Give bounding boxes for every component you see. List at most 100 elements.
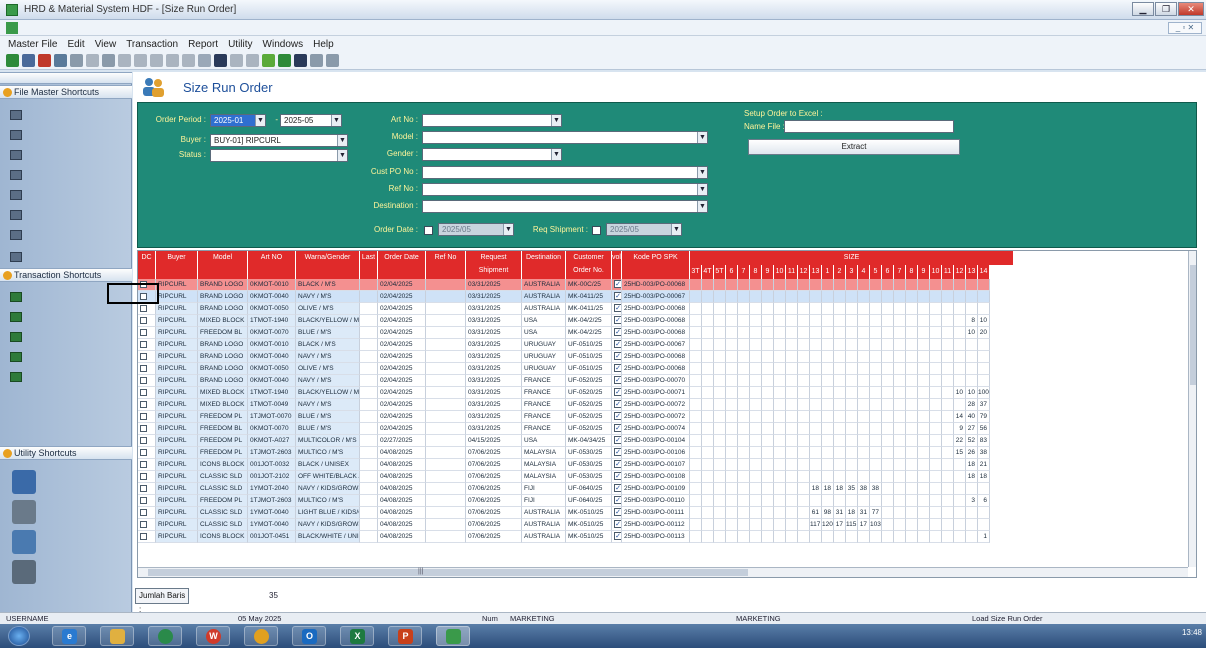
table-cell[interactable]: 03/31/2025 (466, 423, 522, 435)
size-qty-cell[interactable] (702, 279, 714, 291)
table-cell[interactable] (360, 411, 378, 423)
master-shortcut-6[interactable] (10, 208, 120, 222)
cell-select[interactable] (138, 495, 156, 507)
table-row[interactable]: RIPCURL CLASSIC SLD 001JOT-2102 OFF WHITE/B… (138, 471, 990, 483)
size-qty-cell[interactable] (810, 471, 822, 483)
size-qty-cell[interactable] (870, 315, 882, 327)
cell-select[interactable] (138, 411, 156, 423)
size-qty-cell[interactable] (738, 279, 750, 291)
add-icon[interactable] (6, 54, 19, 67)
size-qty-cell[interactable] (690, 291, 702, 303)
size-qty-cell[interactable] (906, 459, 918, 471)
table-cell[interactable]: FRANCE (522, 411, 566, 423)
transaction-shortcut-1[interactable] (10, 290, 120, 304)
size-qty-cell[interactable] (738, 471, 750, 483)
utility-group-icon[interactable] (12, 560, 36, 584)
size-qty-cell[interactable] (726, 519, 738, 531)
size-qty-cell[interactable] (954, 399, 966, 411)
size-qty-cell[interactable] (822, 363, 834, 375)
size-qty-cell[interactable] (702, 339, 714, 351)
table-cell[interactable]: AUSTRALIA (522, 507, 566, 519)
table-cell[interactable]: RIPCURL (156, 423, 198, 435)
table-cell[interactable]: 25HD-003/PO-00107 (622, 459, 690, 471)
size-qty-cell[interactable] (738, 399, 750, 411)
table-cell[interactable]: MK-04/34/25 (566, 435, 612, 447)
size-qty-cell[interactable]: 10 (978, 315, 990, 327)
size-qty-cell[interactable] (918, 339, 930, 351)
table-cell[interactable]: 25HD-003/PO-00068 (622, 279, 690, 291)
size-qty-cell[interactable] (894, 279, 906, 291)
table-cell[interactable]: 25HD-003/PO-00067 (622, 339, 690, 351)
size-qty-cell[interactable] (726, 291, 738, 303)
size-qty-cell[interactable] (714, 339, 726, 351)
size-qty-cell[interactable] (774, 471, 786, 483)
table-cell[interactable]: RIPCURL (156, 435, 198, 447)
size-qty-cell[interactable] (870, 399, 882, 411)
utility-users-icon[interactable] (12, 530, 36, 554)
check-icon[interactable]: ✓ (614, 532, 621, 540)
table-row[interactable]: RIPCURL FREEDOM BL 0KMOT-0070 BLUE / M'S 02/… (138, 423, 990, 435)
size-qty-cell[interactable] (810, 459, 822, 471)
size-qty-cell[interactable] (942, 303, 954, 315)
size-qty-cell[interactable] (882, 519, 894, 531)
table-cell[interactable]: MK-04/2/25 (566, 315, 612, 327)
size-qty-cell[interactable] (810, 303, 822, 315)
size-qty-cell[interactable] (750, 303, 762, 315)
size-qty-cell[interactable] (942, 459, 954, 471)
size-qty-cell[interactable] (942, 471, 954, 483)
size-qty-cell[interactable] (870, 363, 882, 375)
size-qty-cell[interactable] (774, 375, 786, 387)
size-qty-cell[interactable] (738, 315, 750, 327)
size-qty-cell[interactable] (738, 375, 750, 387)
size-qty-cell[interactable] (786, 363, 798, 375)
destination-select[interactable]: ▼ (422, 200, 708, 213)
size-qty-cell[interactable] (786, 339, 798, 351)
table-cell[interactable]: MK-00C/25 (566, 279, 612, 291)
size-qty-cell[interactable] (906, 327, 918, 339)
table-cell[interactable]: 04/08/2025 (378, 471, 426, 483)
size-column-header[interactable]: 2 (834, 265, 846, 279)
size-qty-cell[interactable] (882, 351, 894, 363)
size-qty-cell[interactable] (798, 387, 810, 399)
table-cell[interactable]: 25HD-003/PO-00071 (622, 387, 690, 399)
size-qty-cell[interactable] (798, 423, 810, 435)
table-cell[interactable]: RIPCURL (156, 519, 198, 531)
size-qty-cell[interactable] (870, 375, 882, 387)
size-qty-cell[interactable] (966, 291, 978, 303)
table-cell[interactable]: RIPCURL (156, 327, 198, 339)
size-qty-cell[interactable] (858, 447, 870, 459)
size-qty-cell[interactable] (834, 327, 846, 339)
size-qty-cell[interactable] (690, 315, 702, 327)
table-cell[interactable] (426, 471, 466, 483)
size-qty-cell[interactable] (870, 531, 882, 543)
table-cell[interactable]: 25HD-003/PO-00112 (622, 519, 690, 531)
check-icon[interactable]: ✓ (614, 460, 621, 468)
size-qty-cell[interactable] (954, 327, 966, 339)
table-cell[interactable]: UF-0520/25 (566, 423, 612, 435)
size-qty-cell[interactable] (774, 363, 786, 375)
size-qty-cell[interactable] (942, 351, 954, 363)
size-qty-cell[interactable] (894, 411, 906, 423)
redo-icon[interactable] (246, 54, 259, 67)
table-row[interactable]: RIPCURL BRAND LOGO 0KMOT-0050 OLIVE / M'S 02… (138, 363, 990, 375)
size-qty-cell[interactable] (822, 399, 834, 411)
size-qty-cell[interactable] (858, 471, 870, 483)
table-cell[interactable]: RIPCURL (156, 279, 198, 291)
size-qty-cell[interactable] (690, 351, 702, 363)
size-qty-cell[interactable] (786, 495, 798, 507)
size-qty-cell[interactable]: 120 (822, 519, 834, 531)
size-qty-cell[interactable]: 40 (966, 411, 978, 423)
table-cell[interactable]: MALAYSIA (522, 471, 566, 483)
cell-select[interactable] (138, 531, 156, 543)
table-row[interactable]: RIPCURL ICONS BLOCK 001JOT-0451 BLACK/WHITE… (138, 531, 990, 543)
size-qty-cell[interactable] (690, 411, 702, 423)
table-cell[interactable]: 25HD-003/PO-00072 (622, 399, 690, 411)
size-qty-cell[interactable] (762, 519, 774, 531)
size-qty-cell[interactable] (942, 531, 954, 543)
size-qty-cell[interactable] (786, 459, 798, 471)
table-cell[interactable] (360, 291, 378, 303)
size-qty-cell[interactable] (702, 291, 714, 303)
size-qty-cell[interactable] (726, 495, 738, 507)
size-qty-cell[interactable] (726, 315, 738, 327)
size-qty-cell[interactable] (870, 447, 882, 459)
